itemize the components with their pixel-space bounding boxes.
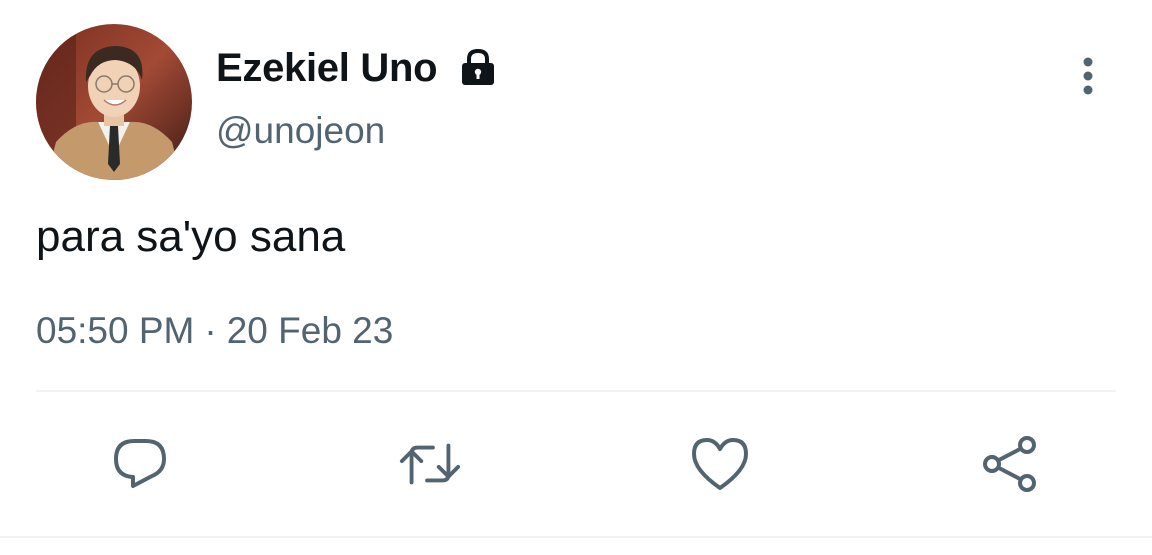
share-icon [983,436,1036,492]
tweet-date: 20 Feb 23 [226,310,394,351]
timestamp-separator: · [204,310,217,351]
avatar-image [36,24,192,180]
reply-button[interactable] [108,432,172,496]
tweet-time: 05:50 PM [36,310,195,351]
more-vertical-icon [1083,57,1093,95]
more-options-button[interactable] [1066,52,1110,100]
tweet-text: para sa'yo sana [36,212,346,261]
retweet-icon [399,443,461,485]
author-name-row: Ezekiel Uno [216,44,499,92]
share-button[interactable] [978,432,1042,496]
tweet-timestamp[interactable]: 05:50 PM · 20 Feb 23 [36,310,393,352]
author-display-name[interactable]: Ezekiel Uno [216,46,438,91]
avatar[interactable] [36,24,192,180]
retweet-button[interactable] [398,432,462,496]
reply-icon [114,439,166,488]
author-handle[interactable]: @unojeon [216,110,385,152]
divider [36,390,1116,392]
lock-icon [457,47,499,89]
heart-icon [692,438,748,490]
bottom-divider [0,536,1152,538]
like-button[interactable] [688,432,752,496]
